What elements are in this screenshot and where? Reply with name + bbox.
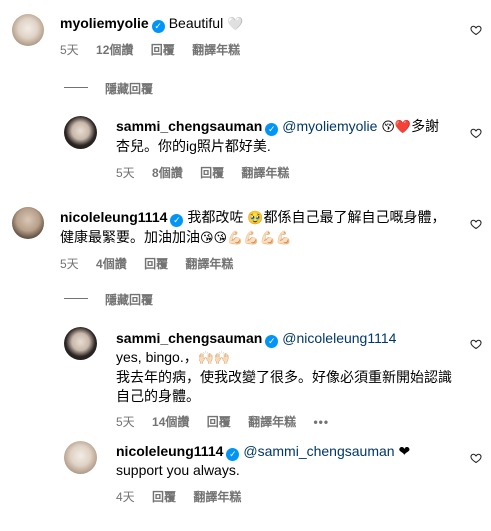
comment-meta: 5天 12個讚 回覆 翻譯年糕 xyxy=(60,41,254,58)
reply-button[interactable]: 回覆 xyxy=(144,257,168,271)
comment-body: myoliemyolie ✓ Beautiful 🤍 xyxy=(60,14,243,34)
translate-button[interactable]: 翻譯年糕 xyxy=(193,490,241,504)
likes-count[interactable]: 8個讚 xyxy=(152,166,183,180)
heart-icon[interactable] xyxy=(470,452,482,464)
comment-text: 自己的身體。 xyxy=(116,388,200,404)
comment-text: 多謝 xyxy=(411,118,440,134)
username[interactable]: nicoleleung1114 xyxy=(60,209,167,225)
username[interactable]: sammi_chengsauman xyxy=(116,330,262,346)
avatar[interactable] xyxy=(12,207,44,239)
translate-button[interactable]: 翻譯年糕 xyxy=(241,166,289,180)
comment-body: nicoleleung1114 ✓ @sammi_chengsauman ❤ sup… xyxy=(116,442,466,480)
mention-link[interactable]: @nicoleleung1114 xyxy=(282,330,396,346)
more-options-icon[interactable]: ••• xyxy=(313,415,329,429)
translate-button[interactable]: 翻譯年糕 xyxy=(185,257,233,271)
mention-link[interactable]: @myoliemyolie xyxy=(282,118,377,134)
comment-body: sammi_chengsauman ✓ @myoliemyolie 😚❤️多謝 杏兒… xyxy=(116,117,466,156)
comment-text: yes, bingo.， xyxy=(116,349,198,365)
timestamp[interactable]: 5天 xyxy=(116,166,135,180)
emoji: 🥹 xyxy=(247,211,264,226)
comment-text: Beautiful xyxy=(168,15,224,31)
comment-meta: 5天 8個讚 回覆 翻譯年糕 xyxy=(116,164,303,181)
comment-text: 都係自己最了解自己嘅身體， xyxy=(263,209,446,225)
heart-icon[interactable] xyxy=(470,24,482,36)
timestamp[interactable]: 5天 xyxy=(60,43,79,57)
hide-replies-button[interactable]: 隱藏回覆 xyxy=(105,291,153,308)
emoji: 🙌🏻🙌🏻 xyxy=(197,351,231,366)
mention-link[interactable]: @sammi_chengsauman xyxy=(243,443,394,459)
comment-meta: 4天 回覆 翻譯年糕 xyxy=(116,488,255,505)
username[interactable]: nicoleleung1114 xyxy=(116,443,223,459)
likes-count[interactable]: 4個讚 xyxy=(96,257,127,271)
translate-button[interactable]: 翻譯年糕 xyxy=(192,43,240,57)
hide-replies-button[interactable]: 隱藏回覆 xyxy=(105,80,153,97)
reply-button[interactable]: 回覆 xyxy=(200,166,224,180)
reply-button[interactable]: 回覆 xyxy=(152,490,176,504)
timestamp[interactable]: 4天 xyxy=(116,490,135,504)
verified-badge-icon: ✓ xyxy=(170,214,184,227)
comment-body: nicoleleung1114 ✓ 我都改咗 🥹都係自己最了解自己嘅身體， 健康最緊… xyxy=(60,208,460,248)
heart-icon[interactable] xyxy=(470,338,482,350)
translate-button[interactable]: 翻譯年糕 xyxy=(248,415,296,429)
comment-meta: 5天 4個讚 回覆 翻譯年糕 xyxy=(60,255,247,272)
reply-button[interactable]: 回覆 xyxy=(207,415,231,429)
timestamp[interactable]: 5天 xyxy=(60,257,79,271)
likes-count[interactable]: 14個讚 xyxy=(152,415,189,429)
heart-icon[interactable] xyxy=(470,127,482,139)
comment-text: 健康最緊要。加油加油 xyxy=(60,229,200,245)
emoji: 😚❤️ xyxy=(381,120,412,135)
emoji: 🤍 xyxy=(227,17,244,32)
verified-badge-icon: ✓ xyxy=(265,335,279,348)
comment-body: sammi_chengsauman ✓ @nicoleleung1114 yes, … xyxy=(116,329,466,406)
comment-text: support you always. xyxy=(116,462,240,478)
avatar[interactable] xyxy=(64,116,97,149)
verified-badge-icon: ✓ xyxy=(151,20,165,33)
avatar[interactable] xyxy=(64,441,97,474)
verified-badge-icon: ✓ xyxy=(265,123,279,136)
reply-button[interactable]: 回覆 xyxy=(151,43,175,57)
username[interactable]: sammi_chengsauman xyxy=(116,118,262,134)
divider xyxy=(64,298,88,299)
comment-meta: 5天 14個讚 回覆 翻譯年糕 ••• xyxy=(116,413,343,430)
verified-badge-icon: ✓ xyxy=(226,448,240,461)
comment-text: 我去年的病，使我改變了很多。好像必須重新開始認識 xyxy=(116,369,452,385)
divider xyxy=(64,87,88,88)
heart-icon[interactable] xyxy=(470,218,482,230)
avatar[interactable] xyxy=(64,327,97,360)
heart-emoji: ❤ xyxy=(398,443,411,459)
likes-count[interactable]: 12個讚 xyxy=(96,43,133,57)
comment-text: 杏兒。你的ig照片都好美. xyxy=(116,138,271,154)
emoji: 😘😘💪🏻💪🏻💪🏻💪🏻 xyxy=(200,231,292,246)
avatar[interactable] xyxy=(12,14,44,46)
username[interactable]: myoliemyolie xyxy=(60,15,149,31)
timestamp[interactable]: 5天 xyxy=(116,415,135,429)
comment-text: 我都改咗 xyxy=(187,209,244,225)
